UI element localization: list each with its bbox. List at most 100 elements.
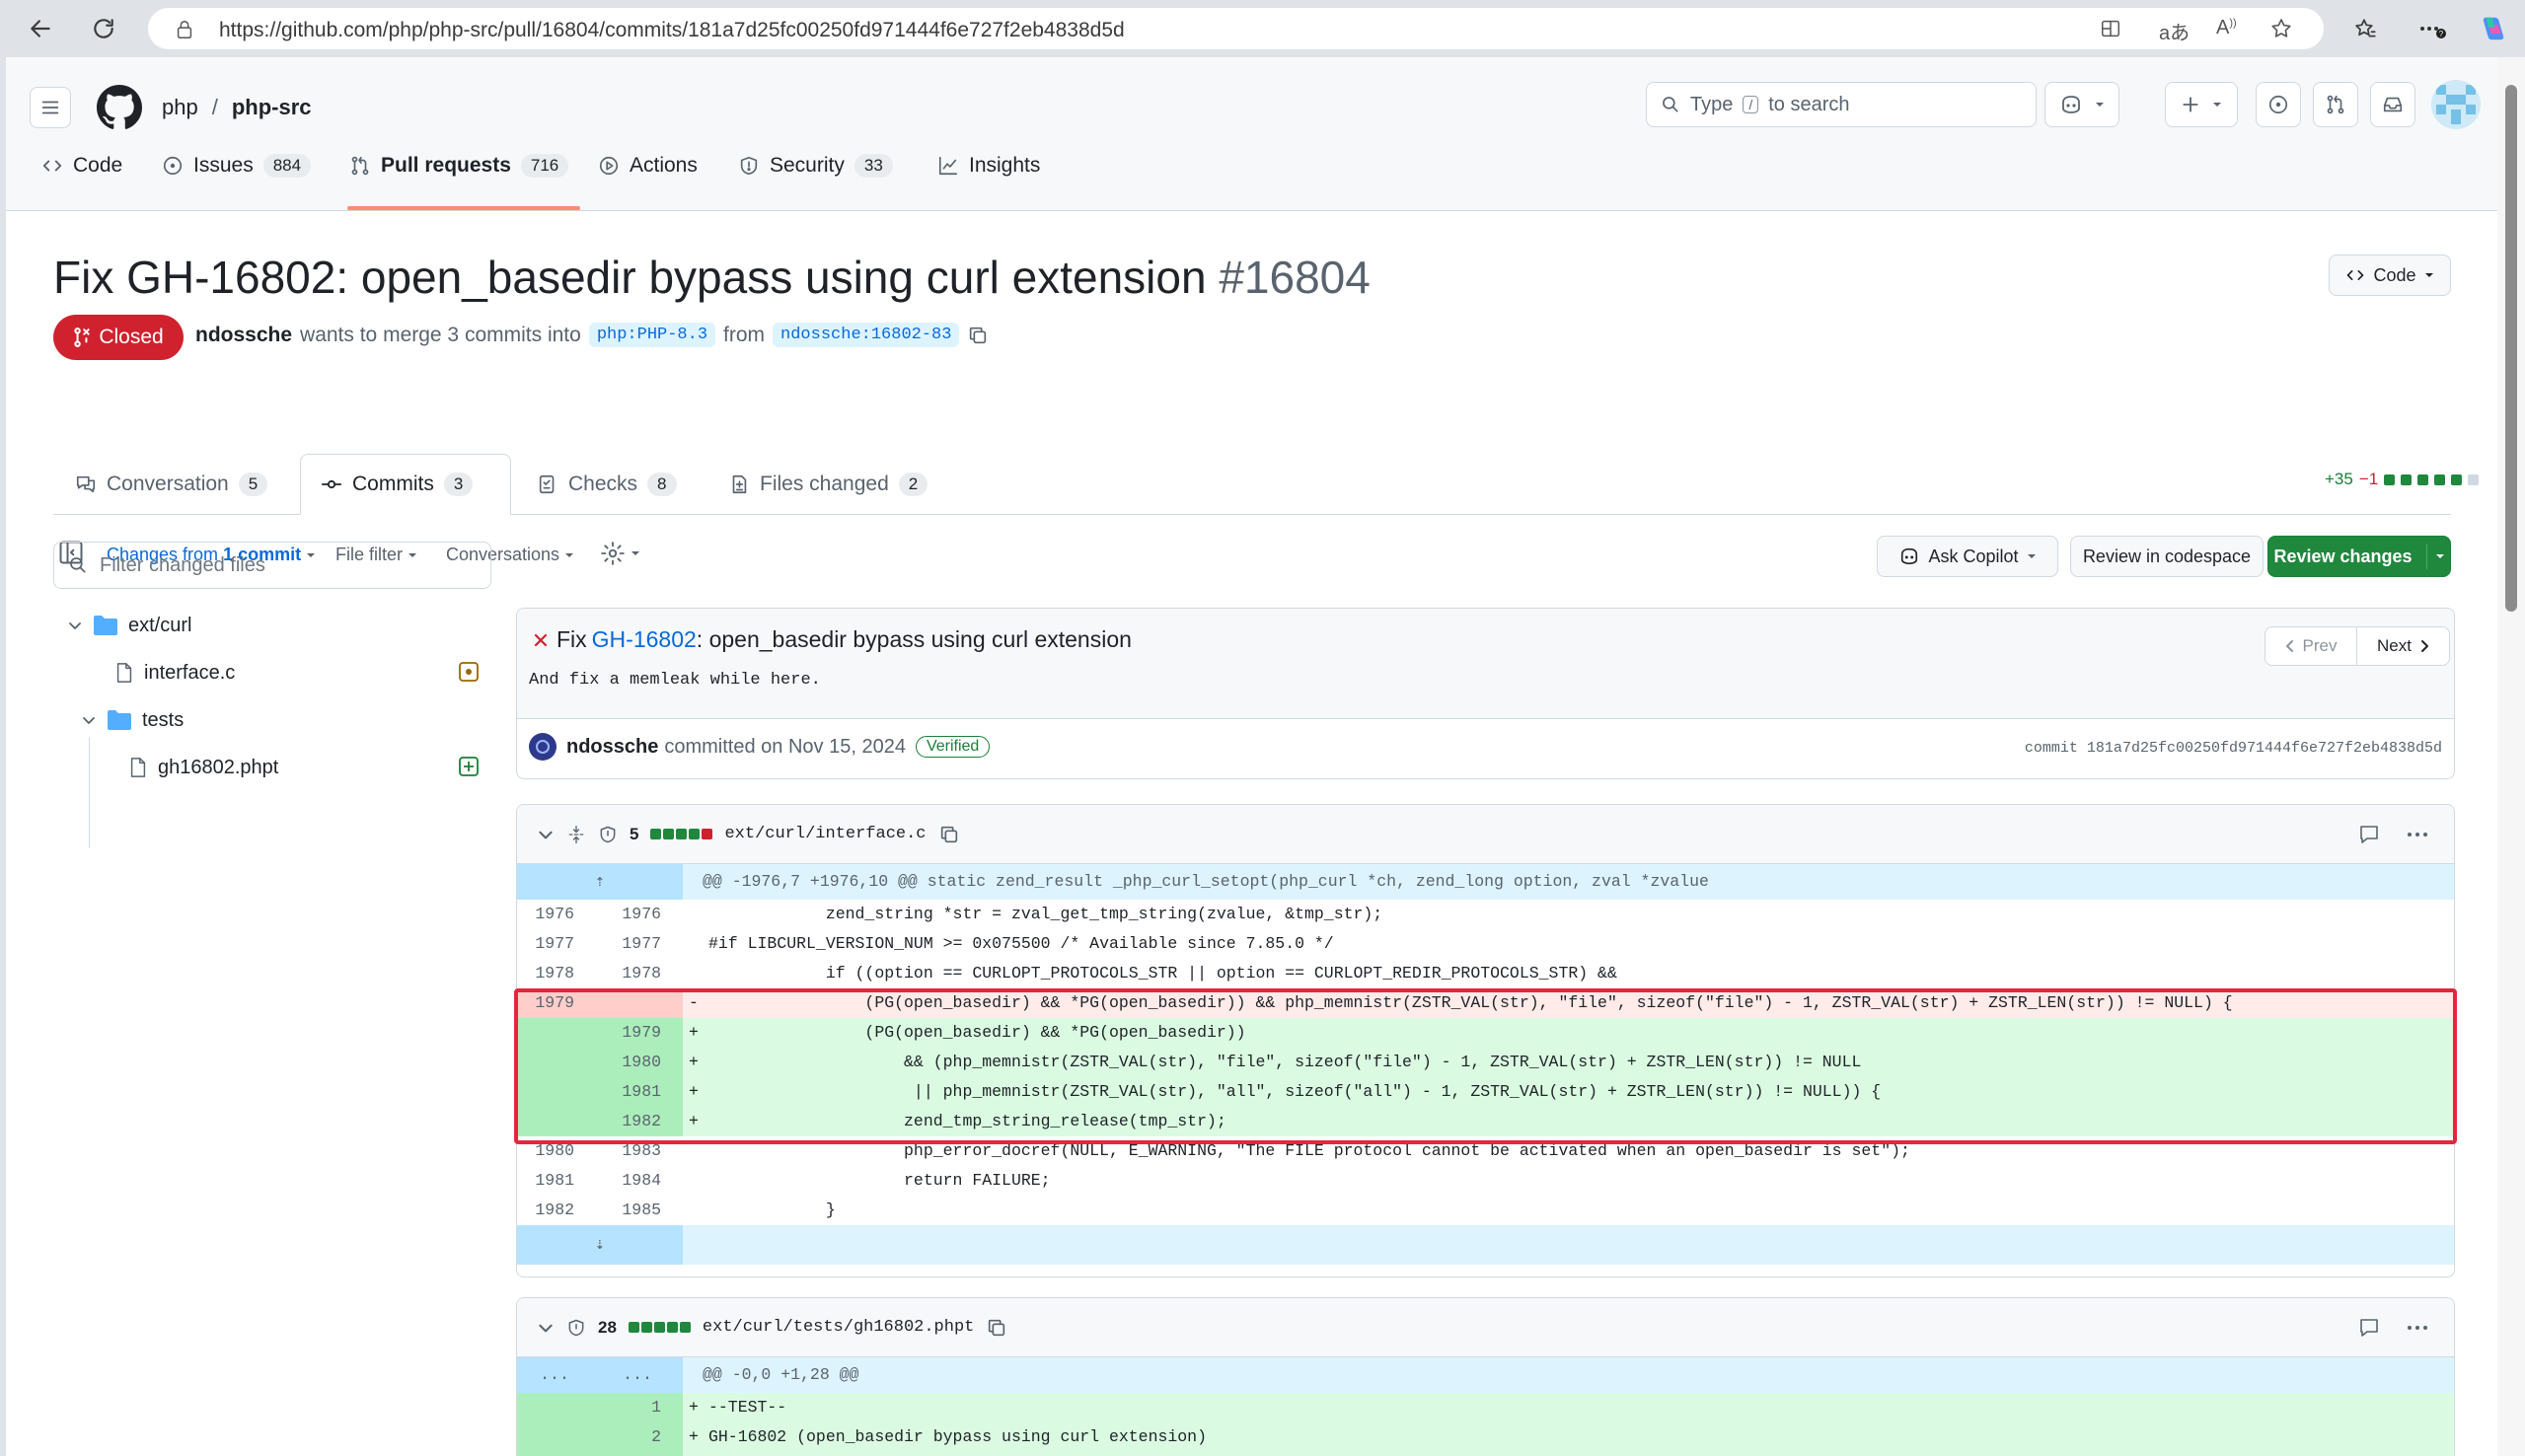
create-new-button[interactable] (2165, 82, 2238, 127)
tree-folder-ext-curl[interactable]: ext/curl (67, 608, 191, 643)
lock-icon[interactable] (174, 19, 195, 40)
diff-line[interactable]: 1981 1984 return FAILURE; (517, 1166, 2454, 1196)
avatar[interactable] (2431, 80, 2481, 129)
copy-icon[interactable] (986, 1317, 1007, 1339)
issues-button[interactable] (2256, 82, 2301, 127)
new-line-number[interactable]: 1984 (592, 1166, 683, 1196)
favorites-icon[interactable] (2346, 10, 2384, 47)
pull-requests-button[interactable] (2313, 82, 2358, 127)
base-branch[interactable]: php:PHP-8.3 (588, 323, 716, 347)
owner-link[interactable]: php (162, 95, 198, 120)
diff-line[interactable]: 1982 1985 } (517, 1196, 2454, 1225)
tree-file-interface[interactable]: interface.c (114, 655, 235, 691)
diff-line[interactable]: 1978 1978 if ((option == CURLOPT_PROTOCOL… (517, 959, 2454, 988)
scrollbar-thumb[interactable] (2505, 85, 2517, 612)
tab-conversation[interactable]: Conversation 5 (55, 454, 287, 515)
tab-checks[interactable]: Checks 8 (517, 454, 697, 515)
head-branch[interactable]: ndossche:16802-83 (773, 323, 960, 347)
diff-line[interactable]: 1976 1976 zend_string *str = zval_get_tmp… (517, 900, 2454, 929)
breadcrumb: php / php-src (162, 95, 312, 120)
shield-icon (600, 826, 616, 842)
file-path[interactable]: ext/curl/interface.c (724, 825, 926, 843)
expand-down-icon[interactable]: ⇣ (517, 1225, 683, 1265)
old-line-number[interactable]: 1978 (517, 959, 592, 988)
chevron-down-icon[interactable] (537, 1319, 555, 1337)
favorite-star-icon[interactable] (2269, 17, 2293, 40)
author-avatar[interactable] (529, 733, 557, 761)
pr-author[interactable]: ndossche (195, 324, 292, 347)
url-text[interactable]: https://github.com/php/php-src/pull/1680… (219, 19, 1125, 42)
github-logo-icon[interactable] (97, 85, 142, 130)
filter-changed-files-input[interactable]: Filter changed files (53, 542, 491, 589)
nav-actions[interactable]: Actions (598, 146, 698, 185)
tab-files-changed[interactable]: Files changed 2 (708, 454, 947, 515)
tab-conversation-label: Conversation (107, 473, 229, 495)
next-commit-button[interactable]: Next (2357, 627, 2449, 665)
tree-file-gh16802[interactable]: gh16802.phpt (128, 750, 278, 785)
old-line-number[interactable]: 1981 (517, 1166, 592, 1196)
verified-badge[interactable]: Verified (915, 736, 991, 758)
tab-commits-label: Commits (352, 473, 434, 495)
commit-sha[interactable]: commit 181a7d25fc00250fd971444f6e727f2eb… (2025, 740, 2442, 757)
menu-icon[interactable] (30, 87, 71, 128)
back-icon[interactable] (22, 10, 59, 47)
kebab-menu-icon[interactable] (2405, 823, 2430, 846)
old-line-number[interactable]: 1977 (517, 929, 592, 959)
review-in-codespace-button[interactable]: Review in codespace (2070, 536, 2264, 577)
commit-author[interactable]: ndossche (566, 736, 658, 759)
nav-issues[interactable]: Issues 884 (162, 146, 312, 185)
repo-link[interactable]: php-src (232, 95, 312, 120)
diff-line[interactable]: 1 + --TEST-- (517, 1393, 2454, 1422)
address-bar[interactable]: https://github.com/php/php-src/pull/1680… (148, 8, 2324, 49)
old-line-number[interactable]: 1976 (517, 900, 592, 929)
copilot-icon[interactable] (2475, 10, 2512, 47)
additions-count: +35 (2325, 470, 2353, 488)
copy-icon[interactable] (938, 824, 960, 845)
new-line-number[interactable]: 1 (592, 1393, 683, 1422)
ask-copilot-button[interactable]: Ask Copilot (1877, 536, 2058, 577)
prev-commit-button[interactable]: Prev (2265, 627, 2357, 665)
refresh-icon[interactable] (85, 10, 122, 47)
search-input[interactable]: Type / to search (1646, 82, 2037, 127)
diff-line[interactable]: 2 + GH-16802 (open_basedir bypass using cu… (517, 1422, 2454, 1452)
copy-icon[interactable] (967, 325, 989, 346)
unfold-icon[interactable] (566, 825, 586, 844)
commit-issue-link[interactable]: GH-16802 (592, 626, 697, 653)
file-diffstat (628, 1322, 691, 1333)
github-page: php / php-src Type / to search Code Issu… (6, 57, 2497, 1456)
diff-settings-dropdown[interactable] (600, 541, 640, 566)
more-tools-icon[interactable]: ? (2414, 10, 2451, 47)
nav-security[interactable]: Security 33 (738, 146, 893, 185)
shield-icon (568, 1319, 584, 1336)
read-aloud-icon[interactable]: A)) (2216, 17, 2237, 39)
tree-folder-tests[interactable]: tests (81, 702, 184, 738)
code-dropdown-button[interactable]: Code (2329, 255, 2451, 296)
translate-icon[interactable]: aあ (2159, 17, 2190, 45)
new-line-number[interactable]: 1976 (592, 900, 683, 929)
split-screen-icon[interactable] (2100, 18, 2121, 39)
kebab-menu-icon[interactable] (2405, 1316, 2430, 1340)
diff-line[interactable]: 1977 1977 #if LIBCURL_VERSION_NUM >= 0x07… (517, 929, 2454, 959)
comment-icon[interactable] (2357, 1316, 2381, 1340)
new-line-number[interactable]: 2 (592, 1422, 683, 1452)
review-changes-button[interactable]: Review changes (2267, 536, 2451, 577)
file-path[interactable]: ext/curl/tests/gh16802.phpt (703, 1318, 974, 1337)
chevron-down-icon[interactable] (537, 826, 555, 843)
inbox-button[interactable] (2370, 82, 2415, 127)
old-line-number[interactable] (517, 1393, 592, 1422)
old-line-number[interactable] (517, 1452, 592, 1456)
nav-code[interactable]: Code (41, 146, 122, 185)
tab-commits[interactable]: Commits 3 (300, 454, 511, 515)
new-line-number[interactable]: 1978 (592, 959, 683, 988)
comment-icon[interactable] (2357, 823, 2381, 846)
new-line-number[interactable]: 3 (592, 1452, 683, 1456)
new-line-number[interactable]: 1977 (592, 929, 683, 959)
nav-insights[interactable]: Insights (937, 146, 1040, 185)
expand-up-icon[interactable]: ⇡ (517, 864, 683, 900)
copilot-button[interactable] (2044, 82, 2119, 127)
old-line-number[interactable]: 1982 (517, 1196, 592, 1225)
diff-line[interactable]: 3+--EXTENSIONS-- (517, 1452, 2454, 1456)
nav-pull-requests[interactable]: Pull requests 716 (349, 146, 569, 185)
old-line-number[interactable] (517, 1422, 592, 1452)
new-line-number[interactable]: 1985 (592, 1196, 683, 1225)
